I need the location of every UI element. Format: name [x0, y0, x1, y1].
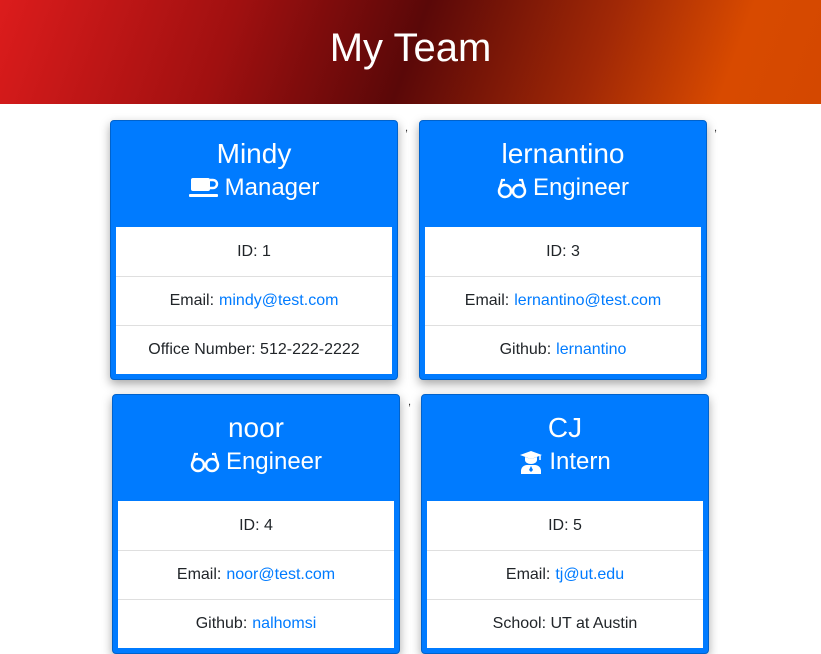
info-list: ID: 1 Email: mindy@test.com Office Numbe…	[116, 227, 392, 374]
graduate-icon	[520, 451, 543, 474]
email-label: Email:	[169, 292, 215, 309]
card-header: noor Engineer	[118, 395, 394, 501]
github-link[interactable]: lernantino	[556, 341, 626, 359]
employee-card-lernantino: lernantino Engineer ID: 3 Email: lernant…	[419, 120, 707, 380]
school-text: School: UT at Austin	[492, 615, 638, 632]
card-header: lernantino Engineer	[425, 121, 701, 227]
list-item-office: Office Number: 512-222-2222	[116, 325, 392, 374]
employee-name: lernantino	[501, 138, 625, 169]
email-label: Email:	[464, 292, 510, 309]
email-label: Email:	[505, 566, 551, 583]
list-item-id: ID: 5	[427, 501, 703, 550]
employee-role: Engineer	[425, 171, 701, 205]
info-list: ID: 3 Email: lernantino@test.com Github:…	[425, 227, 701, 374]
github-label: Github:	[195, 615, 248, 632]
id-text: ID: 3	[546, 242, 580, 260]
list-item-email: Email: noor@test.com	[118, 550, 394, 599]
list-item-school: School: UT at Austin	[427, 599, 703, 648]
id-text: ID: 4	[239, 516, 273, 534]
list-item-email: Email: tj@ut.edu	[427, 550, 703, 599]
card-header: Mindy Manager	[116, 121, 392, 227]
list-item-id: ID: 4	[118, 501, 394, 550]
email-label: Email:	[176, 566, 222, 583]
id-text: ID: 1	[237, 242, 271, 260]
list-item-email: Email: lernantino@test.com	[425, 276, 701, 325]
list-item-github: Github: lernantino	[425, 325, 701, 374]
glasses-icon	[190, 452, 220, 473]
card-header: CJ Intern	[427, 395, 703, 501]
info-list: ID: 5 Email: tj@ut.edu School: UT at Aus…	[427, 501, 703, 648]
email-link[interactable]: noor@test.com	[226, 566, 335, 584]
role-label: Manager	[224, 174, 320, 201]
employee-card-noor: noor Engineer ID: 4 Email: noor@test.com…	[112, 394, 400, 654]
separator: ,	[405, 122, 409, 134]
employee-card-cj: CJ Intern ID: 5 Email: tj@ut.edu School:…	[421, 394, 709, 654]
list-item-id: ID: 3	[425, 227, 701, 276]
page-title: My Team	[329, 25, 492, 70]
list-item-github: Github: nalhomsi	[118, 599, 394, 648]
glasses-icon	[497, 178, 527, 199]
github-link[interactable]: nalhomsi	[252, 615, 316, 633]
employee-name: noor	[227, 412, 285, 443]
employee-card-mindy: Mindy Manager ID: 1 Email: mindy@test.co…	[110, 120, 398, 380]
list-item-email: Email: mindy@test.com	[116, 276, 392, 325]
separator: ,	[714, 122, 718, 134]
info-list: ID: 4 Email: noor@test.com Github: nalho…	[118, 501, 394, 648]
coffee-mug-icon	[188, 178, 218, 197]
employee-name: Mindy	[216, 138, 292, 169]
github-label: Github:	[499, 341, 552, 358]
employee-role: Engineer	[118, 445, 394, 479]
email-link[interactable]: lernantino@test.com	[514, 292, 661, 310]
email-link[interactable]: mindy@test.com	[219, 292, 338, 310]
employee-role: Manager	[116, 171, 392, 205]
list-item-id: ID: 1	[116, 227, 392, 276]
role-label: Engineer	[225, 448, 323, 475]
separator: ,	[408, 396, 412, 408]
role-label: Intern	[549, 448, 611, 475]
email-link[interactable]: tj@ut.edu	[555, 566, 624, 584]
employee-name: CJ	[547, 412, 583, 443]
role-label: Engineer	[532, 174, 630, 201]
office-number-text: Office Number: 512-222-2222	[148, 341, 360, 358]
employee-role: Intern	[427, 445, 703, 479]
page-header: My Team	[0, 0, 821, 104]
id-text: ID: 5	[548, 516, 582, 534]
